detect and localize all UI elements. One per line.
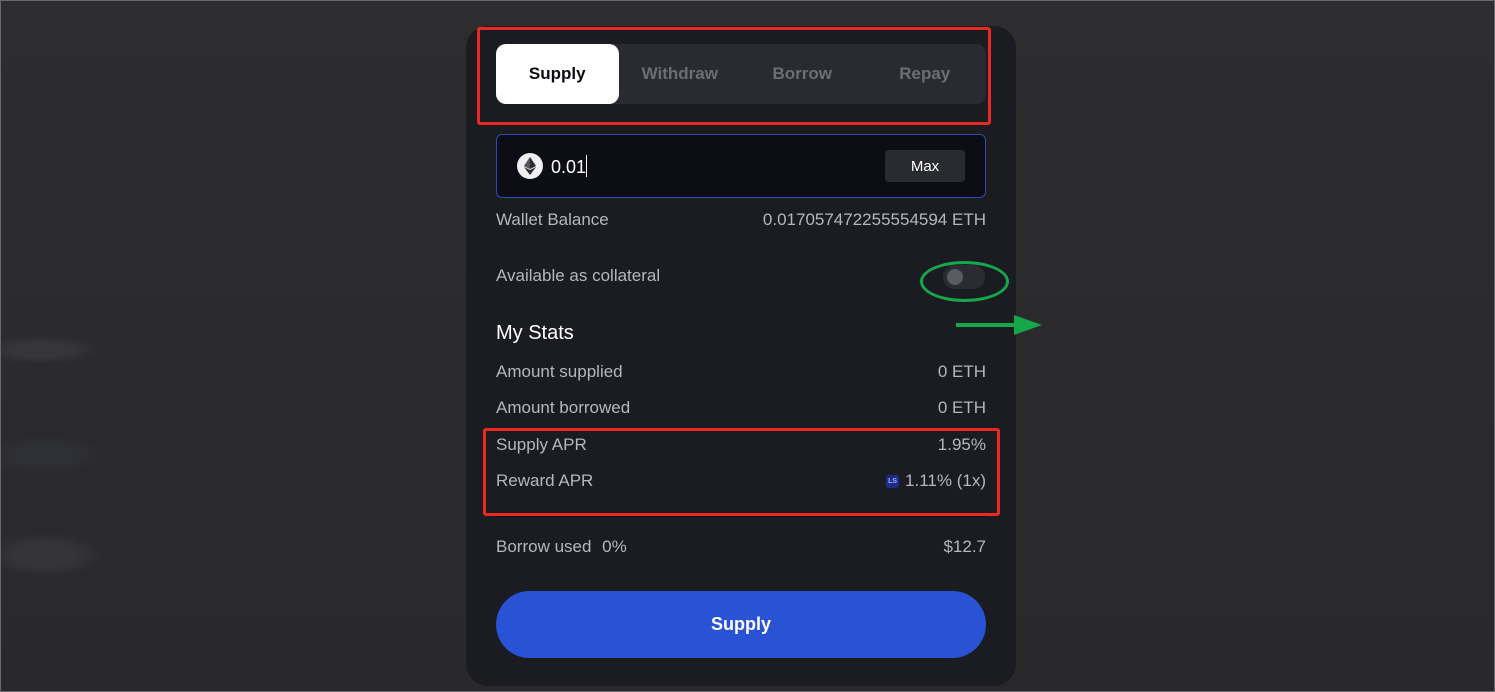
- reward-apr-value-wrap: LS 1.11% (1x): [886, 471, 986, 491]
- tab-supply[interactable]: Supply: [496, 44, 619, 104]
- supply-apr-value: 1.95%: [937, 435, 986, 454]
- wallet-balance-label: Wallet Balance: [496, 210, 609, 229]
- text-cursor: [586, 155, 587, 177]
- amount-borrowed-row: Amount borrowed 0 ETH: [496, 398, 986, 418]
- toggle-knob: [947, 269, 963, 285]
- tab-repay[interactable]: Repay: [864, 44, 987, 104]
- action-tabs: Supply Withdraw Borrow Repay: [496, 44, 986, 104]
- collateral-toggle[interactable]: [943, 265, 985, 289]
- amount-supplied-row: Amount supplied 0 ETH: [496, 362, 986, 382]
- reward-apr-value: 1.11% (1x): [905, 471, 986, 490]
- amount-borrowed-label: Amount borrowed: [496, 398, 631, 417]
- wallet-balance-value: 0.017057472255554594 ETH: [762, 210, 986, 229]
- divider: [496, 514, 986, 517]
- tab-withdraw[interactable]: Withdraw: [619, 44, 742, 104]
- reward-apr-row: Reward APR LS 1.11% (1x): [496, 471, 986, 491]
- amount-supplied-value: 0 ETH: [937, 362, 986, 381]
- borrow-used-value: $12.7: [943, 537, 986, 556]
- wallet-balance-row: Wallet Balance 0.017057472255554594 ETH: [496, 210, 986, 230]
- my-stats-title: My Stats: [496, 322, 574, 344]
- amount-borrowed-value: 0 ETH: [937, 398, 986, 417]
- supply-apr-label: Supply APR: [496, 435, 587, 454]
- amount-field[interactable]: Max: [496, 134, 986, 198]
- max-button[interactable]: Max: [885, 150, 965, 182]
- eth-icon: [517, 153, 543, 179]
- supply-button[interactable]: Supply: [496, 591, 986, 658]
- tab-borrow[interactable]: Borrow: [741, 44, 864, 104]
- borrow-used-label-wrap: Borrow used 0%: [496, 537, 627, 557]
- borrow-used-percent: 0%: [602, 537, 627, 556]
- arrow-right-icon: [956, 315, 1042, 335]
- amount-supplied-label: Amount supplied: [496, 362, 623, 381]
- supply-panel: Supply Withdraw Borrow Repay Max Wallet …: [466, 26, 1016, 686]
- reward-token-icon: LS: [886, 475, 900, 489]
- collateral-row: Available as collateral: [496, 266, 986, 286]
- supply-apr-row: Supply APR 1.95%: [496, 435, 986, 455]
- borrow-used-row: Borrow used 0% $12.7: [496, 537, 986, 557]
- collateral-label: Available as collateral: [496, 266, 661, 285]
- borrow-used-label: Borrow used: [496, 537, 592, 556]
- amount-input[interactable]: [551, 153, 851, 181]
- reward-apr-label: Reward APR: [496, 471, 594, 490]
